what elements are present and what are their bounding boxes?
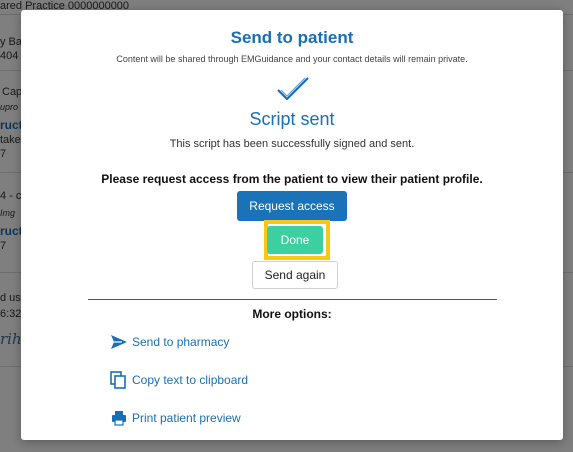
print-preview-label: Print patient preview	[132, 411, 241, 425]
print-icon	[110, 409, 128, 427]
copy-to-clipboard-label: Copy text to clipboard	[132, 373, 249, 387]
more-options-title: More options:	[252, 307, 332, 321]
copy-to-clipboard-option[interactable]: Copy text to clipboard	[110, 371, 248, 389]
send-again-button[interactable]: Send again	[252, 261, 338, 289]
send-icon	[110, 333, 128, 351]
script-sent-message: This script has been successfully signed…	[169, 138, 415, 150]
options-divider	[88, 299, 497, 300]
modal-subtitle: Content will be shared through EMGuidanc…	[116, 54, 468, 64]
checkmark-icon	[277, 77, 309, 101]
request-access-message: Please request access from the patient t…	[101, 172, 483, 186]
script-sent-title: Script sent	[249, 109, 335, 129]
modal-title: Send to patient	[230, 28, 354, 47]
request-access-button[interactable]: Request access	[237, 191, 347, 221]
done-button[interactable]: Done	[267, 226, 323, 254]
send-to-pharmacy-label: Send to pharmacy	[132, 335, 230, 349]
send-to-patient-modal: Send to patient Content will be shared t…	[21, 10, 563, 440]
send-to-pharmacy-option[interactable]: Send to pharmacy	[110, 333, 229, 351]
copy-icon	[110, 371, 128, 389]
print-preview-option[interactable]: Print patient preview	[110, 409, 241, 427]
